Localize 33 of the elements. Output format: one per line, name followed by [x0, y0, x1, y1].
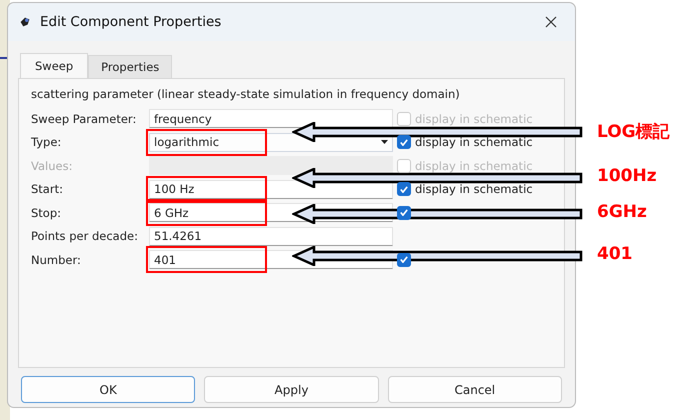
check-icon — [400, 186, 408, 193]
input-field[interactable]: frequency — [149, 109, 393, 128]
close-icon[interactable] — [545, 16, 557, 28]
field-label: Points per decade: — [31, 229, 139, 244]
checkbox[interactable] — [397, 206, 411, 220]
tab[interactable]: Sweep — [20, 53, 88, 78]
check-icon — [400, 138, 408, 146]
annotation-label: LOG標記 — [597, 120, 670, 142]
input-field[interactable]: 51.4261 — [149, 226, 393, 246]
window-title: Edit Component Properties — [40, 14, 222, 30]
checkbox-label: display in schematic — [415, 182, 533, 196]
check-icon — [400, 209, 408, 216]
tab[interactable]: Properties — [88, 55, 172, 78]
checkbox[interactable] — [397, 135, 411, 150]
annotation-label: 6GHz — [597, 202, 647, 222]
dialog-button[interactable]: OK — [21, 376, 196, 403]
description-text: scattering parameter (linear steady-state simulation in frequency domain) — [31, 87, 461, 103]
dialog-button[interactable]: Cancel — [388, 376, 562, 403]
check-icon — [400, 256, 408, 264]
checkbox[interactable] — [397, 252, 411, 267]
checkbox-label: display in schematic — [415, 158, 533, 173]
field-label: Values: — [31, 158, 74, 173]
checkbox-label: display in schematic — [415, 135, 533, 150]
checkbox-label: display in schematic — [415, 112, 533, 126]
field-label: Number: — [31, 252, 82, 267]
annotation-label: 401 — [597, 244, 632, 264]
annotation-label: 100Hz — [597, 166, 657, 186]
dialog-button[interactable]: Apply — [204, 376, 379, 403]
field-label: Start: — [31, 182, 64, 196]
field-label: Type: — [31, 135, 62, 150]
field-label: Stop: — [31, 206, 62, 220]
checkbox[interactable] — [397, 182, 411, 196]
field-label: Sweep Parameter: — [31, 112, 138, 126]
